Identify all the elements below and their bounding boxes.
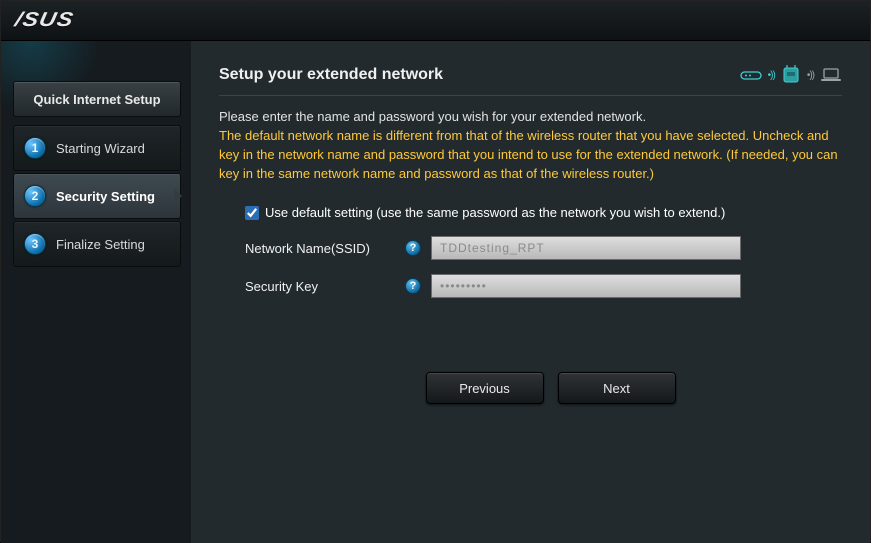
- signal-icon-dim: •)): [807, 70, 814, 81]
- use-default-label: Use default setting (use the same passwo…: [265, 205, 725, 220]
- ssid-label: Network Name(SSID): [245, 241, 405, 256]
- page-title: Setup your extended network: [219, 66, 443, 84]
- instruction-warning: The default network name is different fr…: [219, 127, 842, 184]
- sidebar: Quick Internet Setup 1 Starting Wizard 2…: [1, 41, 191, 543]
- instructions: Please enter the name and password you w…: [219, 108, 842, 183]
- sidebar-title: Quick Internet Setup: [13, 81, 181, 117]
- next-button[interactable]: Next: [558, 372, 676, 404]
- network-topology-icons: •)) •)): [740, 65, 842, 85]
- step-label: Starting Wizard: [56, 141, 145, 156]
- step-label: Security Setting: [56, 189, 155, 204]
- security-key-label: Security Key: [245, 279, 405, 294]
- app-header: /SUS: [1, 1, 870, 41]
- help-icon[interactable]: ?: [405, 278, 421, 294]
- main-panel: Setup your extended network •)) •)): [191, 41, 870, 543]
- step-number-icon: 3: [24, 233, 46, 255]
- step-label: Finalize Setting: [56, 237, 145, 252]
- repeater-icon: [781, 65, 801, 85]
- brand-logo: /SUS: [13, 9, 76, 32]
- security-key-input[interactable]: [431, 274, 741, 298]
- step-number-icon: 1: [24, 137, 46, 159]
- ssid-input[interactable]: [431, 236, 741, 260]
- sidebar-step-starting-wizard[interactable]: 1 Starting Wizard: [13, 125, 181, 171]
- step-number-icon: 2: [24, 185, 46, 207]
- signal-icon: •)): [768, 70, 775, 81]
- use-default-checkbox[interactable]: [245, 206, 259, 220]
- laptop-icon: [820, 68, 842, 82]
- help-icon[interactable]: ?: [405, 240, 421, 256]
- sidebar-step-security-setting[interactable]: 2 Security Setting: [13, 173, 181, 219]
- sidebar-step-finalize-setting[interactable]: 3 Finalize Setting: [13, 221, 181, 267]
- previous-button[interactable]: Previous: [426, 372, 544, 404]
- instruction-line: Please enter the name and password you w…: [219, 108, 842, 127]
- router-icon: [740, 68, 762, 82]
